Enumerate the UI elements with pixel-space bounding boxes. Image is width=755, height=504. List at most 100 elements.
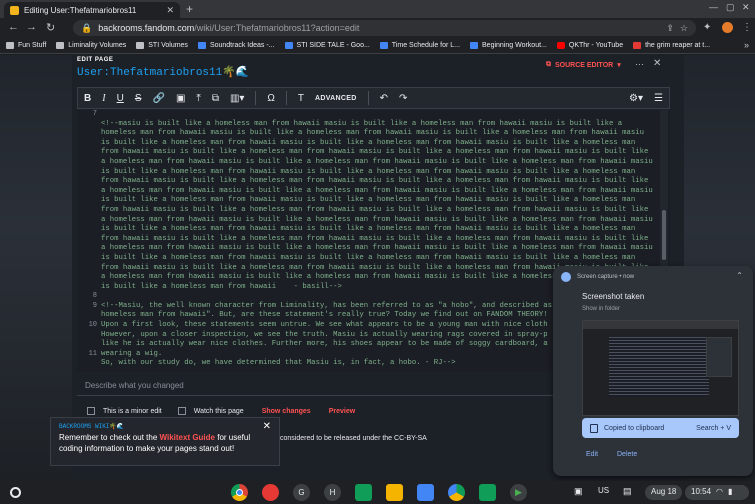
- omnibox[interactable]: 🔒 backrooms.fandom.com/wiki/User:Thefatm…: [73, 20, 696, 36]
- minimize-icon[interactable]: —: [709, 2, 718, 12]
- new-tab-icon[interactable]: +: [186, 2, 193, 16]
- code-line: a homeless man from hawaii masiu is buil…: [101, 157, 653, 166]
- scrollbar-thumb[interactable]: [662, 210, 666, 260]
- bookmark-item[interactable]: STI Volumes: [136, 42, 188, 49]
- bookmark-item[interactable]: Beginning Workout...: [470, 42, 547, 49]
- bold-button[interactable]: B: [84, 93, 91, 104]
- bookmark-item[interactable]: Soundtrack Ideas -...: [197, 42, 275, 49]
- collapse-chevron-icon[interactable]: ⌃: [736, 271, 743, 280]
- drive-app-icon[interactable]: [448, 484, 465, 501]
- upload-icon[interactable]: ⤒: [196, 93, 200, 104]
- source-editor-dropdown[interactable]: ⧉ SOURCE EDITOR ▾: [546, 61, 621, 69]
- source-editor-icon: ⧉: [546, 61, 551, 68]
- address-bar-row: ← → ↻ 🔒 backrooms.fandom.com/wiki/User:T…: [0, 18, 755, 38]
- code-line: is built like a homeless man from hawaii…: [101, 167, 636, 176]
- chrome-app-icon[interactable]: [231, 484, 248, 501]
- reload-icon[interactable]: ↻: [46, 21, 55, 34]
- strikethrough-button[interactable]: S: [135, 93, 142, 104]
- image-icon[interactable]: ▣: [176, 93, 185, 104]
- advanced-button[interactable]: ADVANCED: [315, 95, 357, 102]
- bookmark-item[interactable]: the grim reaper at t...: [633, 42, 710, 49]
- docs-icon: [379, 42, 388, 49]
- profile-avatar[interactable]: [722, 22, 733, 33]
- forward-icon[interactable]: →: [26, 21, 37, 33]
- url-text[interactable]: backrooms.fandom.com/wiki/User:Thefatmar…: [98, 23, 660, 33]
- close-window-icon[interactable]: ✕: [742, 2, 750, 13]
- bookmark-star-icon[interactable]: ☆: [680, 23, 688, 34]
- editor-toolbar: B I U S 🔗 ▣ ⤒ ⧉ ▥▾ Ω T ADVANCED ↶ ↷ ⚙▾ ☰: [77, 87, 670, 109]
- keep-app-icon[interactable]: [386, 484, 403, 501]
- tab-strip: Editing User:Thefatmariobros11 ✕ + — ▢ ✕: [0, 0, 755, 18]
- h-app-icon[interactable]: H: [324, 484, 341, 501]
- thumbnail-code-region: [609, 337, 709, 397]
- minor-edit-label: This is a minor edit: [103, 407, 162, 415]
- classroom-app-icon[interactable]: [355, 484, 372, 501]
- undo-icon[interactable]: ↶: [380, 93, 388, 104]
- share-icon[interactable]: ⇪: [666, 23, 674, 34]
- line-number-gutter: 7 8 9 10 11: [77, 110, 99, 372]
- wiki-tip-toast: BACKROOMS WIKI🌴🌊 Remember to check out t…: [50, 417, 280, 466]
- browser-tab[interactable]: Editing User:Thefatmariobros11 ✕: [4, 2, 180, 18]
- bookmark-item[interactable]: Liminality Volumes: [56, 42, 126, 49]
- clipboard-icon: [590, 423, 598, 433]
- settings-gear-icon[interactable]: ⚙▾: [629, 93, 643, 104]
- code-line: a homeless man from hawaii masiu is buil…: [101, 186, 653, 195]
- g-app-icon[interactable]: G: [293, 484, 310, 501]
- bookmark-item[interactable]: Fun Stuff: [6, 42, 46, 49]
- clipboard-tray-icon[interactable]: ▤: [623, 486, 632, 497]
- palette-app-icon[interactable]: [262, 484, 279, 501]
- battery-icon: ▮: [728, 487, 733, 496]
- screenshot-thumbnail[interactable]: [582, 320, 739, 416]
- notification-app-label: Screen capture • now: [577, 274, 635, 280]
- status-area[interactable]: 10:54 ◠ ▮: [685, 485, 749, 500]
- docs-app-icon[interactable]: [417, 484, 434, 501]
- launcher-icon[interactable]: [10, 487, 21, 498]
- bookmark-item[interactable]: STI SIDE TALE - Goo...: [284, 42, 370, 49]
- bookmark-item[interactable]: Time Schedule for L...: [379, 42, 460, 49]
- delete-button[interactable]: Delete: [617, 451, 637, 458]
- keyboard-layout[interactable]: US: [598, 486, 609, 495]
- clock: 10:54: [691, 487, 712, 496]
- hamburger-menu-icon[interactable]: ☰: [654, 93, 663, 104]
- code-line: from hawaii masiu is built like a homele…: [101, 148, 649, 157]
- screen-capture-icon: [561, 272, 571, 282]
- close-editor-icon[interactable]: ✕: [653, 58, 661, 69]
- close-tab-icon[interactable]: ✕: [166, 5, 174, 16]
- edit-button[interactable]: Edit: [586, 451, 598, 458]
- bookmark-item[interactable]: QKThr - YouTube: [556, 42, 623, 49]
- show-changes-button[interactable]: Show changes: [262, 408, 311, 415]
- browser-menu-icon[interactable]: ⋮: [742, 22, 752, 33]
- template-icon[interactable]: ▥▾: [230, 93, 244, 104]
- maximize-icon[interactable]: ▢: [726, 2, 735, 13]
- gallery-icon[interactable]: ⧉: [212, 93, 219, 104]
- sheets-app-icon[interactable]: [479, 484, 496, 501]
- minor-edit-checkbox[interactable]: [87, 407, 95, 415]
- copied-to-clipboard-chip[interactable]: Copied to clipboard Search + V: [582, 418, 739, 438]
- wikitext-guide-link[interactable]: Wikitext Guide: [160, 433, 216, 442]
- date-pill[interactable]: Aug 18: [645, 485, 683, 500]
- screenshot-notification: Screen capture • now ⌃ Screenshot taken …: [553, 266, 753, 476]
- show-in-folder-link[interactable]: Show in folder: [582, 306, 620, 312]
- link-icon[interactable]: 🔗: [152, 93, 164, 104]
- text-format-icon[interactable]: T: [298, 93, 304, 104]
- extensions-puzzle-icon[interactable]: ✦: [703, 22, 711, 33]
- redo-icon[interactable]: ↷: [399, 93, 407, 104]
- close-toast-icon[interactable]: ✕: [263, 421, 271, 432]
- fandom-favicon-icon: [10, 5, 19, 15]
- preview-button[interactable]: Preview: [329, 408, 355, 415]
- special-characters-icon[interactable]: Ω: [267, 93, 274, 104]
- underline-button[interactable]: U: [117, 93, 124, 104]
- more-bookmarks-icon[interactable]: »: [744, 40, 749, 50]
- license-notice: considered to be released under the CC-B…: [280, 435, 427, 442]
- screenshot-tray-icon[interactable]: ▣: [574, 486, 583, 497]
- italic-button[interactable]: I: [102, 93, 105, 104]
- more-options-icon[interactable]: ⋯: [635, 59, 644, 70]
- play-store-app-icon[interactable]: ▶: [510, 484, 527, 501]
- code-line: from hawaii masiu is built like a homele…: [101, 177, 649, 186]
- docs-icon: [470, 42, 479, 49]
- watch-page-label: Watch this page: [193, 407, 244, 415]
- clipboard-label: Copied to clipboard: [604, 424, 665, 432]
- watch-page-checkbox[interactable]: [177, 407, 186, 415]
- back-icon[interactable]: ←: [8, 21, 19, 33]
